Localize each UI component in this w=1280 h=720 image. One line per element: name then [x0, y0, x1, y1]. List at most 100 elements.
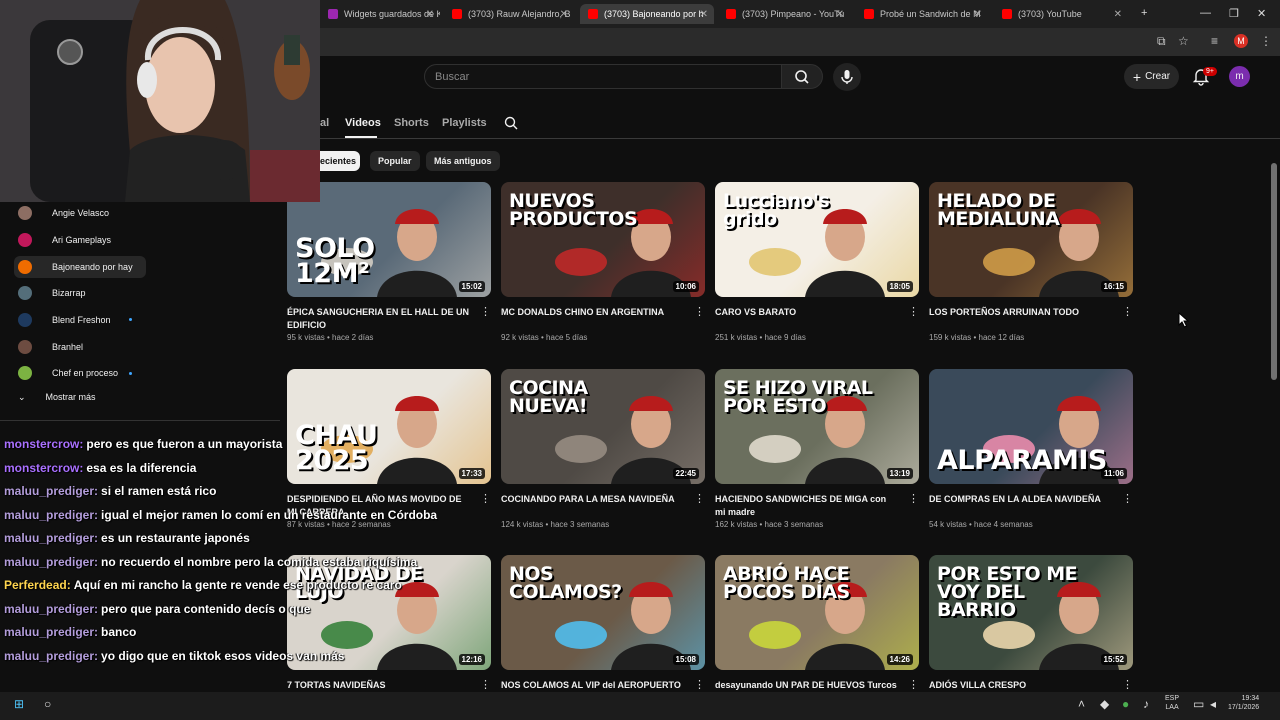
sidebar-subscription-item[interactable]: Bajoneando por hay [14, 256, 146, 279]
search-button[interactable] [781, 64, 823, 89]
tray-chevron-icon[interactable]: ˄ [1078, 697, 1085, 711]
install-app-icon[interactable]: ⧉ [1157, 34, 1166, 49]
tab-home[interactable]: al [320, 117, 329, 129]
browser-tab[interactable]: Probé un Sandwich de M ✕ [856, 4, 988, 24]
tray-mic-icon[interactable]: ♪ [1143, 697, 1149, 711]
notifications-badge: 9+ [1203, 67, 1217, 76]
video-thumbnail[interactable]: ALPARAMIS 11:06 [929, 369, 1133, 484]
chip-oldest[interactable]: Más antiguos [426, 151, 500, 171]
video-thumbnail[interactable]: NOS COLAMOS? 15:08 [501, 555, 705, 670]
close-tab-icon[interactable]: ✕ [700, 9, 708, 20]
more-options-icon[interactable]: ⋮ [694, 678, 705, 691]
more-options-icon[interactable]: ⋮ [480, 305, 491, 318]
more-options-icon[interactable]: ⋮ [1122, 305, 1133, 318]
taskbar-search-icon[interactable]: ○ [44, 697, 51, 711]
video-title[interactable]: COCINANDO PARA LA MESA NAVIDEÑA [501, 493, 685, 519]
more-options-icon[interactable]: ⋮ [1122, 492, 1133, 505]
sidebar-subscription-item[interactable]: Angie Velasco [14, 203, 284, 223]
bookmark-star-icon[interactable]: ☆ [1178, 34, 1189, 48]
page-scrollbar[interactable] [1271, 163, 1277, 380]
video-card[interactable]: NOS COLAMOS? 15:08 NOS COLAMOS AL VIP del … [501, 555, 705, 706]
tab-title: Probé un Sandwich de M [880, 9, 981, 19]
video-card[interactable]: ALPARAMIS 11:06 DE COMPRAS EN LA ALDEA NAV… [929, 369, 1133, 529]
tab-playlists[interactable]: Playlists [442, 117, 487, 129]
video-title[interactable]: ÉPICA SANGUCHERIA EN EL HALL DE UN EDIFI… [287, 306, 471, 332]
video-card[interactable]: COCINA NUEVA! 22:45 COCINANDO PARA LA MESA… [501, 369, 705, 529]
video-card[interactable]: POR ESTO ME VOY DEL BARRIO 15:52 ADIÓS VIL… [929, 555, 1133, 706]
more-options-icon[interactable]: ⋮ [480, 492, 491, 505]
tab-videos[interactable]: Videos [345, 117, 381, 129]
close-tab-icon[interactable]: ✕ [560, 9, 568, 20]
browser-profile-avatar[interactable]: M [1234, 34, 1248, 48]
channel-search-button[interactable] [503, 115, 519, 136]
voice-search-button[interactable] [833, 63, 861, 91]
windows-start-icon[interactable]: ⊞ [14, 697, 24, 711]
sidebar-subscription-item[interactable]: Blend Freshon [14, 310, 284, 330]
sidebar-subscription-item[interactable]: Ari Gameplays [14, 230, 284, 250]
video-card[interactable]: SOLO 12M² 15:02 ÉPICA SANGUCHERIA EN EL HA… [287, 182, 491, 342]
channel-name: Chef en proceso [52, 368, 119, 379]
new-tab-button[interactable]: + [1141, 7, 1147, 19]
video-card[interactable]: SE HIZO VIRAL POR ESTO 13:19 HACIENDO SAND… [715, 369, 919, 529]
close-tab-icon[interactable]: ✕ [426, 9, 434, 20]
video-card[interactable]: HELADO DE MEDIALUNA 16:15 LOS PORTEÑOS ARR… [929, 182, 1133, 342]
video-thumbnail[interactable]: ABRIÓ HACE POCOS DÍAS 14:26 [715, 555, 919, 670]
close-tab-icon[interactable]: ✕ [974, 9, 982, 20]
video-card[interactable]: Lucciano's grido 18:05 CARO VS BARATO 251 k… [715, 182, 919, 342]
video-thumbnail[interactable]: SE HIZO VIRAL POR ESTO 13:19 [715, 369, 919, 484]
close-tab-icon[interactable]: ✕ [1114, 9, 1122, 20]
channel-avatar [18, 260, 32, 275]
tab-favicon-icon [726, 9, 736, 19]
video-duration: 15:02 [458, 281, 485, 292]
sidebar-subscription-item[interactable]: Bizarrap [14, 283, 284, 303]
video-title[interactable]: DE COMPRAS EN LA ALDEA NAVIDEÑA [929, 493, 1113, 519]
system-clock[interactable]: 19:34 17/1/2026 [1228, 694, 1259, 712]
more-options-icon[interactable]: ⋮ [1122, 678, 1133, 691]
search-input[interactable]: Buscar [424, 64, 782, 89]
sidebar-subscription-item[interactable]: Branhel [14, 337, 284, 357]
video-card[interactable]: ABRIÓ HACE POCOS DÍAS 14:26 desayunando UN… [715, 555, 919, 706]
sidebar-subscription-item[interactable]: Chef en proceso [14, 363, 284, 383]
more-options-icon[interactable]: ⋮ [694, 492, 705, 505]
windows-taskbar [0, 692, 1280, 720]
browser-tab[interactable]: (3703) Bajoneando por h ✕ [580, 4, 714, 24]
tab-shorts[interactable]: Shorts [394, 117, 429, 129]
browser-tab[interactable]: (3703) YouTube ✕ [994, 4, 1128, 24]
chat-username: monstercrow: [4, 437, 84, 451]
video-meta: 54 k vistas • hace 4 semanas [929, 520, 1033, 529]
chip-popular[interactable]: Popular [370, 151, 420, 171]
more-options-icon[interactable]: ⋮ [908, 678, 919, 691]
video-title[interactable]: HACIENDO SANDWICHES DE MIGA con mi madre [715, 493, 899, 519]
network-icon[interactable]: ▭ [1193, 697, 1204, 711]
close-tab-icon[interactable]: ✕ [836, 9, 844, 20]
video-thumbnail[interactable]: POR ESTO ME VOY DEL BARRIO 15:52 [929, 555, 1133, 670]
video-title[interactable]: CARO VS BARATO [715, 306, 899, 332]
more-options-icon[interactable]: ⋮ [908, 305, 919, 318]
video-title[interactable]: LOS PORTEÑOS ARRUINAN TODO [929, 306, 1113, 332]
video-thumbnail[interactable]: COCINA NUEVA! 22:45 [501, 369, 705, 484]
video-thumbnail[interactable]: Lucciano's grido 18:05 [715, 182, 919, 297]
video-thumbnail[interactable]: NUEVOS PRODUCTOS 10:06 [501, 182, 705, 297]
minimize-button[interactable]: — [1200, 7, 1211, 19]
more-options-icon[interactable]: ⋮ [480, 678, 491, 691]
tray-app-icon[interactable]: ● [1122, 697, 1129, 711]
video-thumbnail[interactable]: HELADO DE MEDIALUNA 16:15 [929, 182, 1133, 297]
video-card[interactable]: NUEVOS PRODUCTOS 10:06 MC DONALDS CHINO EN… [501, 182, 705, 342]
browser-tab[interactable]: (3703) Rauw Alejandro, B ✕ [444, 4, 574, 24]
browser-menu-icon[interactable]: ⋮ [1260, 34, 1272, 48]
create-button[interactable]: + Crear [1124, 64, 1179, 89]
more-options-icon[interactable]: ⋮ [908, 492, 919, 505]
reading-list-icon[interactable]: ≡ [1211, 34, 1218, 48]
volume-icon[interactable]: ◂ [1210, 697, 1216, 711]
close-window-button[interactable]: ✕ [1257, 7, 1266, 20]
input-language[interactable]: ESP LAA [1165, 694, 1179, 712]
browser-tab[interactable]: Widgets guardados de Ki ✕ [320, 4, 440, 24]
maximize-button[interactable]: ❐ [1229, 7, 1239, 20]
video-title[interactable]: MC DONALDS CHINO EN ARGENTINA [501, 306, 685, 332]
browser-tab[interactable]: (3703) Pimpeano - YouTu ✕ [718, 4, 850, 24]
more-options-icon[interactable]: ⋮ [694, 305, 705, 318]
account-avatar[interactable]: m [1229, 66, 1250, 87]
tray-app-icon[interactable]: ◆ [1100, 697, 1109, 711]
chat-username: monstercrow: [4, 460, 84, 475]
show-more-button[interactable]: ⌄ Mostrar más [18, 392, 96, 403]
